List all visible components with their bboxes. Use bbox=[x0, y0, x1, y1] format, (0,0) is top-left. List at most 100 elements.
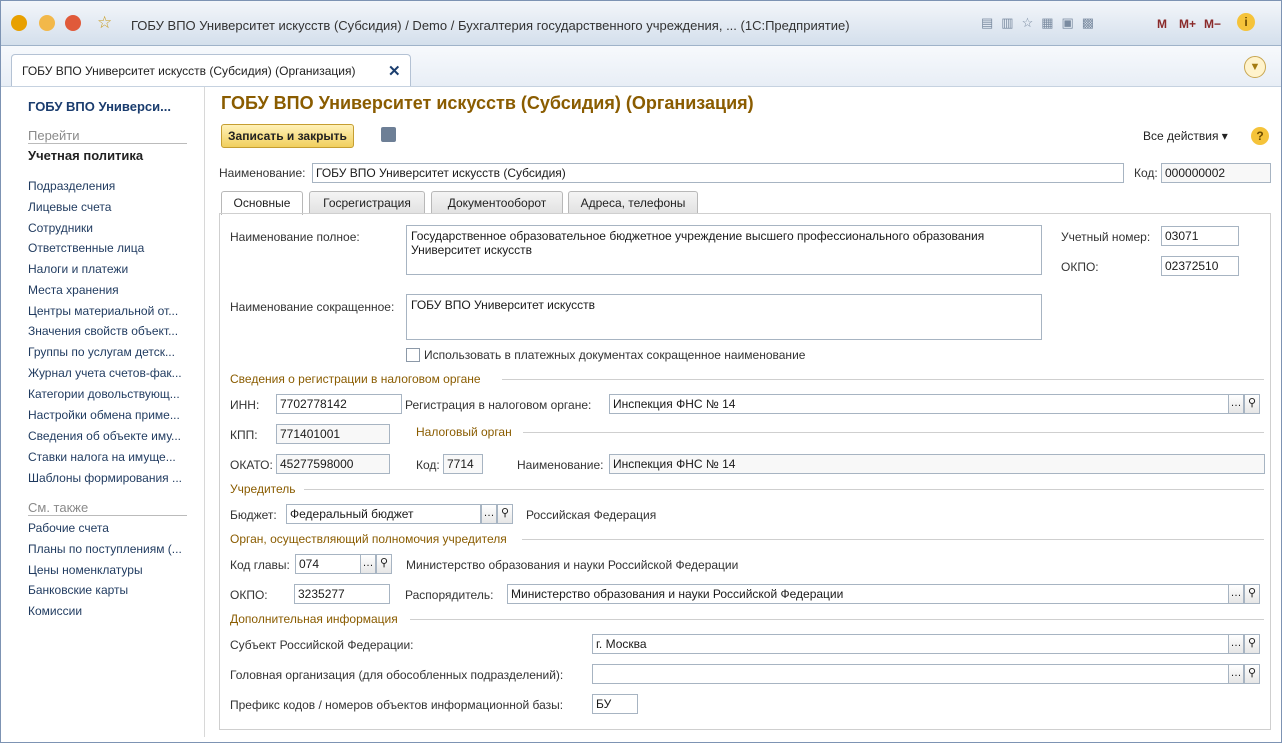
budget-input[interactable]: Федеральный бюджет bbox=[286, 504, 481, 524]
tax-code-label: Код: bbox=[416, 458, 440, 472]
founder-group-title: Учредитель bbox=[230, 482, 296, 496]
sidebar-item[interactable]: Категории довольствующ... bbox=[28, 387, 180, 401]
app-logo-icon[interactable] bbox=[11, 15, 27, 31]
close-icon[interactable]: ✕ bbox=[388, 62, 401, 80]
sidebar-item[interactable]: Ставки налога на имуще... bbox=[28, 450, 176, 464]
subject-input[interactable]: г. Москва bbox=[592, 634, 1229, 654]
okato-input[interactable]: 45277598000 bbox=[276, 454, 390, 474]
app-window: ☆ ГОБУ ВПО Университет искусств (Субсиди… bbox=[0, 0, 1282, 743]
sidebar-item[interactable]: Журнал учета счетов-фак... bbox=[28, 366, 182, 380]
sidebar-item[interactable]: Центры материальной от... bbox=[28, 304, 178, 318]
save-icon[interactable] bbox=[381, 127, 396, 142]
divider bbox=[522, 539, 1264, 540]
search-icon[interactable]: ⚲ bbox=[1244, 394, 1260, 414]
tab-addresses[interactable]: Адреса, телефоны bbox=[568, 191, 698, 214]
search-icon[interactable]: ⚲ bbox=[497, 504, 513, 524]
toolbar-icons: ▤▥☆▦▣▩ bbox=[981, 15, 1103, 30]
divider bbox=[28, 515, 187, 516]
sidebar-item[interactable]: Места хранения bbox=[28, 283, 119, 297]
tab-organization[interactable]: ГОБУ ВПО Университет искусств (Субсидия)… bbox=[11, 54, 411, 86]
short-name-label: Наименование сокращенное: bbox=[230, 300, 395, 314]
subject-label: Субъект Российской Федерации: bbox=[230, 638, 414, 652]
name-label: Наименование: bbox=[219, 166, 306, 180]
search-icon[interactable]: ⚲ bbox=[1244, 634, 1260, 654]
use-short-name-checkbox[interactable] bbox=[406, 348, 420, 362]
code-label: Код: bbox=[1134, 166, 1158, 180]
manager-input[interactable]: Министерство образования и науки Российс… bbox=[507, 584, 1229, 604]
select-button[interactable]: … bbox=[1228, 394, 1244, 414]
inn-input[interactable]: 7702778142 bbox=[276, 394, 402, 414]
manager-label: Распорядитель: bbox=[405, 588, 494, 602]
sidebar-item[interactable]: Ответственные лица bbox=[28, 241, 144, 255]
select-button[interactable]: … bbox=[360, 554, 376, 574]
help-icon[interactable]: ? bbox=[1251, 127, 1269, 145]
tax-name-input[interactable]: Инспекция ФНС № 14 bbox=[609, 454, 1265, 474]
kpp-label: КПП: bbox=[230, 428, 258, 442]
window-title: ГОБУ ВПО Университет искусств (Субсидия)… bbox=[131, 18, 850, 33]
favorites-star-icon[interactable]: ☆ bbox=[97, 13, 112, 33]
sidebar-item[interactable]: Рабочие счета bbox=[28, 521, 109, 535]
sidebar-item[interactable]: Лицевые счета bbox=[28, 200, 111, 214]
short-name-input[interactable]: ГОБУ ВПО Университет искусств bbox=[406, 294, 1042, 340]
sidebar-item[interactable]: Подразделения bbox=[28, 179, 115, 193]
search-icon[interactable]: ⚲ bbox=[1244, 664, 1260, 684]
okato-label: ОКАТО: bbox=[230, 458, 273, 472]
sidebar-item[interactable]: Сотрудники bbox=[28, 221, 93, 235]
prefix-input[interactable]: БУ bbox=[592, 694, 638, 714]
tab-label: ГОБУ ВПО Университет искусств (Субсидия)… bbox=[22, 64, 356, 78]
name-input[interactable]: ГОБУ ВПО Университет искусств (Субсидия) bbox=[312, 163, 1124, 183]
select-button[interactable]: … bbox=[481, 504, 497, 524]
ministry-note: Министерство образования и науки Российс… bbox=[406, 558, 739, 572]
menu-arrow-icon[interactable] bbox=[39, 15, 55, 31]
divider bbox=[410, 619, 1264, 620]
tax-registration-input[interactable]: Инспекция ФНС № 14 bbox=[609, 394, 1229, 414]
divider bbox=[523, 432, 1264, 433]
okpo-label: ОКПО: bbox=[1061, 260, 1099, 274]
home-icon[interactable] bbox=[65, 15, 81, 31]
divider bbox=[502, 379, 1264, 380]
tab-bar: ГОБУ ВПО Университет искусств (Субсидия)… bbox=[1, 46, 1281, 87]
see-also-header: См. также bbox=[28, 500, 89, 515]
tab-documents[interactable]: Документооборот bbox=[431, 191, 563, 214]
sidebar-item[interactable]: Шаблоны формирования ... bbox=[28, 471, 182, 485]
code-input[interactable]: 000000002 bbox=[1161, 163, 1271, 183]
sidebar-item[interactable]: Планы по поступлениям (... bbox=[28, 542, 182, 556]
search-icon[interactable]: ⚲ bbox=[376, 554, 392, 574]
tab-main[interactable]: Основные bbox=[221, 191, 303, 215]
parent-org-input[interactable] bbox=[592, 664, 1229, 684]
sidebar-item[interactable]: Настройки обмена приме... bbox=[28, 408, 180, 422]
accounting-number-label: Учетный номер: bbox=[1061, 230, 1151, 244]
okpo-input[interactable]: 02372510 bbox=[1161, 256, 1239, 276]
select-button[interactable]: … bbox=[1228, 584, 1244, 604]
memory-mminus-button[interactable]: M− bbox=[1204, 17, 1221, 31]
head-code-input[interactable]: 074 bbox=[295, 554, 361, 574]
okpo2-input[interactable]: 3235277 bbox=[294, 584, 390, 604]
accounting-number-input[interactable]: 03071 bbox=[1161, 226, 1239, 246]
sidebar-item[interactable]: Налоги и платежи bbox=[28, 262, 128, 276]
tax-code-input[interactable]: 7714 bbox=[443, 454, 483, 474]
tab-registration[interactable]: Госрегистрация bbox=[309, 191, 425, 214]
page-title: ГОБУ ВПО Университет искусств (Субсидия)… bbox=[221, 93, 754, 113]
full-name-label: Наименование полное: bbox=[230, 230, 360, 244]
sidebar-item[interactable]: Значения свойств объект... bbox=[28, 324, 178, 338]
all-actions-button[interactable]: Все действия ▾ bbox=[1143, 129, 1228, 143]
sidebar-title[interactable]: ГОБУ ВПО Универси... bbox=[28, 99, 171, 114]
select-button[interactable]: … bbox=[1228, 634, 1244, 654]
memory-mplus-button[interactable]: M+ bbox=[1179, 17, 1196, 31]
sidebar: ГОБУ ВПО Универси... Перейти Учетная пол… bbox=[1, 87, 205, 737]
kpp-input[interactable]: 771401001 bbox=[276, 424, 390, 444]
sidebar-item[interactable]: Комиссии bbox=[28, 604, 82, 618]
sidebar-item[interactable]: Цены номенклатуры bbox=[28, 563, 143, 577]
chevron-down-icon[interactable]: ▼ bbox=[1244, 56, 1266, 78]
sidebar-item[interactable]: Группы по услугам детск... bbox=[28, 345, 175, 359]
select-button[interactable]: … bbox=[1228, 664, 1244, 684]
info-icon[interactable]: i bbox=[1237, 13, 1255, 31]
full-name-input[interactable]: Государственное образовательное бюджетно… bbox=[406, 225, 1042, 275]
save-close-button[interactable]: Записать и закрыть bbox=[221, 124, 354, 148]
sidebar-item[interactable]: Сведения об объекте иму... bbox=[28, 429, 181, 443]
sidebar-item-accounting-policy[interactable]: Учетная политика bbox=[28, 148, 143, 163]
memory-m-button[interactable]: M bbox=[1157, 17, 1167, 31]
title-bar: ☆ ГОБУ ВПО Университет искусств (Субсиди… bbox=[1, 1, 1281, 46]
sidebar-item[interactable]: Банковские карты bbox=[28, 583, 128, 597]
search-icon[interactable]: ⚲ bbox=[1244, 584, 1260, 604]
